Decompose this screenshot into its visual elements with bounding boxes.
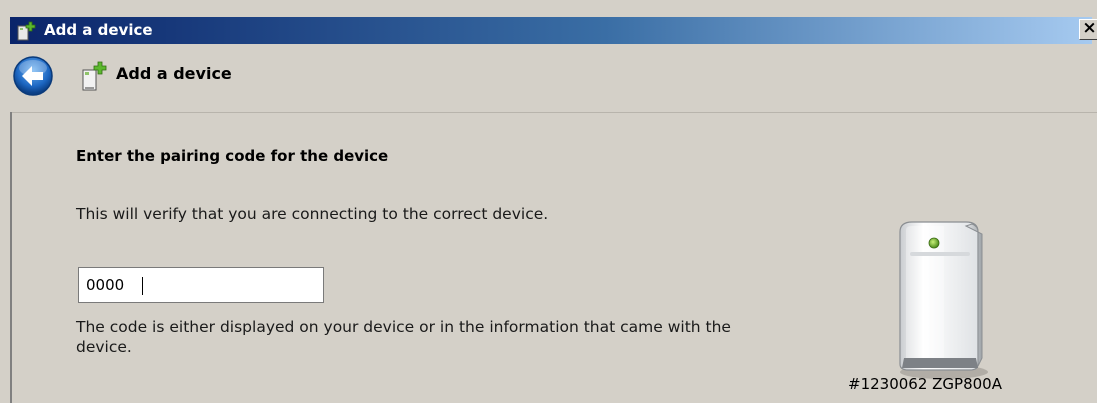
wizard-title: Add a device	[116, 64, 232, 83]
device-tower-icon	[899, 221, 988, 379]
device-name: #1230062 ZGP800A	[848, 375, 1002, 393]
pairing-description: This will verify that you are connecting…	[76, 205, 549, 223]
add-device-icon	[82, 61, 107, 91]
window-title: Add a device	[44, 21, 153, 39]
add-device-window: Add a device × Add a device Enter the pa…	[0, 0, 1097, 403]
wizard-header: Add a device	[10, 44, 1092, 112]
title-bar: Add a device ×	[10, 17, 1097, 44]
pairing-code-input[interactable]	[78, 267, 324, 303]
back-arrow-icon[interactable]	[12, 55, 54, 97]
add-device-icon	[17, 21, 36, 41]
close-button[interactable]: ×	[1079, 19, 1097, 40]
pairing-hint: The code is either displayed on your dev…	[76, 318, 731, 356]
text-caret	[142, 277, 143, 295]
content-area: Enter the pairing code for the device Th…	[12, 113, 1097, 403]
pairing-heading: Enter the pairing code for the device	[76, 147, 389, 165]
close-icon: ×	[1082, 18, 1097, 38]
